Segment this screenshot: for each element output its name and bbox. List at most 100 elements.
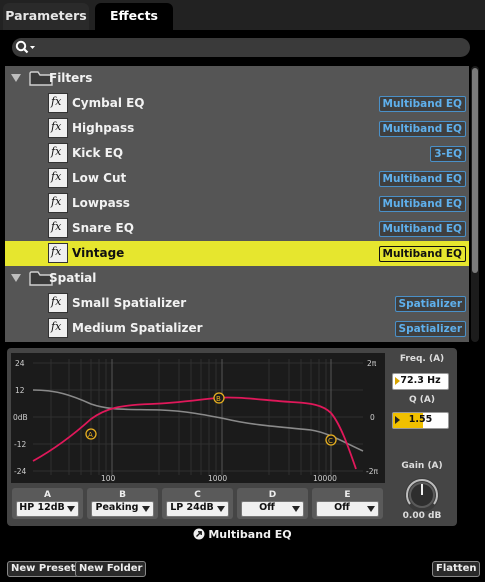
band-marker-label: A [88, 431, 93, 439]
effect-type-badge: Multiband EQ [378, 221, 466, 237]
effect-type-badge: Multiband EQ [378, 246, 466, 262]
preset-row[interactable]: fx Snare EQ Multiband EQ [5, 216, 469, 241]
effect-preset-icon: fx [48, 143, 68, 163]
y-tick-label: 24 [15, 359, 25, 368]
band-c-column: C LP 24dB [162, 488, 233, 519]
band-controls: Freq. (A) 72.3 Hz Q (A) 1.55 Gain (A) 0.… [390, 353, 454, 523]
q-value: 1.55 [408, 414, 433, 425]
dropdown-arrow-icon [142, 506, 150, 512]
x-tick-label: 1000 [208, 474, 227, 483]
band-marker-label: C [328, 437, 333, 445]
y-tick-label: -24 [14, 467, 26, 476]
band-d-column: D Off [237, 488, 308, 519]
preset-label: Vintage [72, 246, 125, 260]
new-preset-button[interactable]: New Preset [7, 561, 80, 577]
band-e-label: E [344, 490, 351, 500]
expand-triangle-icon[interactable] [11, 74, 21, 82]
preset-row[interactable]: fx Lowpass Multiband EQ [5, 191, 469, 216]
folder-row-spatial[interactable]: Spatial [5, 266, 469, 291]
preset-label: Highpass [72, 121, 135, 135]
expand-triangle-icon[interactable] [11, 274, 21, 282]
preset-row[interactable]: fx Highpass Multiband EQ [5, 116, 469, 141]
preset-label: Low Cut [72, 171, 127, 185]
search-icon[interactable] [15, 40, 37, 55]
band-c-type-select[interactable]: LP 24dB [166, 501, 229, 517]
band-marker-label: B [216, 395, 221, 403]
effect-preset-icon: fx [48, 243, 68, 263]
band-a-type-value: HP 12dB [19, 502, 65, 513]
band-marker-a[interactable]: A [85, 428, 97, 440]
preset-row[interactable]: fx Low Cut Multiband EQ [5, 166, 469, 191]
arrow-link-icon [193, 528, 205, 540]
band-b-type-select[interactable]: Peaking [91, 501, 154, 517]
scrollbar-thumb[interactable] [472, 68, 478, 273]
effect-type-badge: Multiband EQ [378, 96, 466, 112]
effect-preset-icon: fx [48, 193, 68, 213]
preset-row-selected[interactable]: fx Vintage Multiband EQ [5, 241, 469, 266]
phase-tick-label: -2π [366, 467, 378, 476]
dropdown-arrow-icon [292, 506, 300, 512]
flatten-button[interactable]: Flatten [432, 561, 481, 577]
band-c-label: C [194, 490, 201, 500]
effect-preset-icon: fx [48, 93, 68, 113]
band-a-column: A HP 12dB [12, 488, 83, 519]
new-folder-button[interactable]: New Folder [75, 561, 147, 577]
effects-browser: Filters fx Cymbal EQ Multiband EQ fx Hig… [0, 30, 485, 582]
gain-knob[interactable] [401, 477, 443, 511]
folder-row-filters[interactable]: Filters [5, 66, 469, 91]
band-d-type-select[interactable]: Off [241, 501, 304, 517]
effect-type-badge: Multiband EQ [378, 171, 466, 187]
gain-value: 0.00 dB [402, 511, 442, 521]
tab-bar: Parameters Effects [0, 0, 485, 30]
phase-tick-label: 0 [370, 413, 375, 422]
dropdown-arrow-icon [367, 506, 375, 512]
band-d-type-value: Off [259, 502, 275, 513]
band-a-type-select[interactable]: HP 12dB [16, 501, 79, 517]
effect-type-badge: Multiband EQ [378, 121, 466, 137]
eq-curve-display[interactable]: 24 12 0dB -12 -24 100 1000 10000 2π 0 -2… [11, 353, 385, 483]
preset-label: Kick EQ [72, 146, 124, 160]
band-e-type-select[interactable]: Off [316, 501, 379, 517]
y-tick-label: 12 [15, 386, 25, 395]
effect-title-label: Multiband EQ [208, 528, 292, 541]
preset-row[interactable]: fx Small Spatializer Spatializer [5, 291, 469, 316]
preset-label: Lowpass [72, 196, 130, 210]
preset-list[interactable]: Filters fx Cymbal EQ Multiband EQ fx Hig… [5, 66, 469, 342]
band-b-type-value: Peaking [95, 502, 139, 513]
dropdown-arrow-icon [217, 506, 225, 512]
band-b-label: B [119, 490, 126, 500]
effect-title[interactable]: Multiband EQ [0, 528, 485, 541]
y-tick-label: 0dB [13, 413, 28, 422]
freq-value-field[interactable]: 72.3 Hz [392, 373, 449, 390]
effect-preset-icon: fx [48, 218, 68, 238]
band-a-label: A [44, 490, 51, 500]
x-tick-label: 10000 [313, 474, 337, 483]
search-input[interactable] [12, 38, 470, 57]
list-scrollbar[interactable] [471, 66, 479, 342]
gain-label: Gain (A) [401, 461, 443, 471]
preset-label: Medium Spatializer [72, 321, 203, 335]
preset-row[interactable]: fx Kick EQ 3-EQ [5, 141, 469, 166]
band-marker-c[interactable]: C [325, 434, 337, 446]
band-c-type-value: LP 24dB [170, 502, 214, 513]
eq-panel: 24 12 0dB -12 -24 100 1000 10000 2π 0 -2… [7, 348, 457, 526]
eq-graph[interactable]: 24 12 0dB -12 -24 100 1000 10000 2π 0 -2… [11, 353, 385, 483]
freq-label: Freq. (A) [399, 354, 445, 364]
q-label: Q (A) [409, 395, 435, 405]
x-tick-label: 100 [101, 474, 116, 483]
effect-preset-icon: fx [48, 318, 68, 338]
effect-type-badge: 3-EQ [430, 146, 466, 162]
folder-label: Spatial [49, 271, 97, 285]
q-value-field[interactable]: 1.55 [392, 412, 449, 429]
effect-preset-icon: fx [48, 118, 68, 138]
tab-parameters[interactable]: Parameters [3, 3, 89, 30]
effect-type-badge: Spatializer [394, 321, 466, 337]
preset-label: Small Spatializer [72, 296, 187, 310]
band-e-type-value: Off [334, 502, 350, 513]
preset-row[interactable]: fx Cymbal EQ Multiband EQ [5, 91, 469, 116]
tab-effects[interactable]: Effects [95, 3, 173, 30]
band-e-column: E Off [312, 488, 383, 519]
band-marker-b[interactable]: B [213, 392, 225, 404]
preset-row[interactable]: fx Medium Spatializer Spatializer [5, 316, 469, 341]
phase-tick-label: 2π [367, 359, 377, 368]
